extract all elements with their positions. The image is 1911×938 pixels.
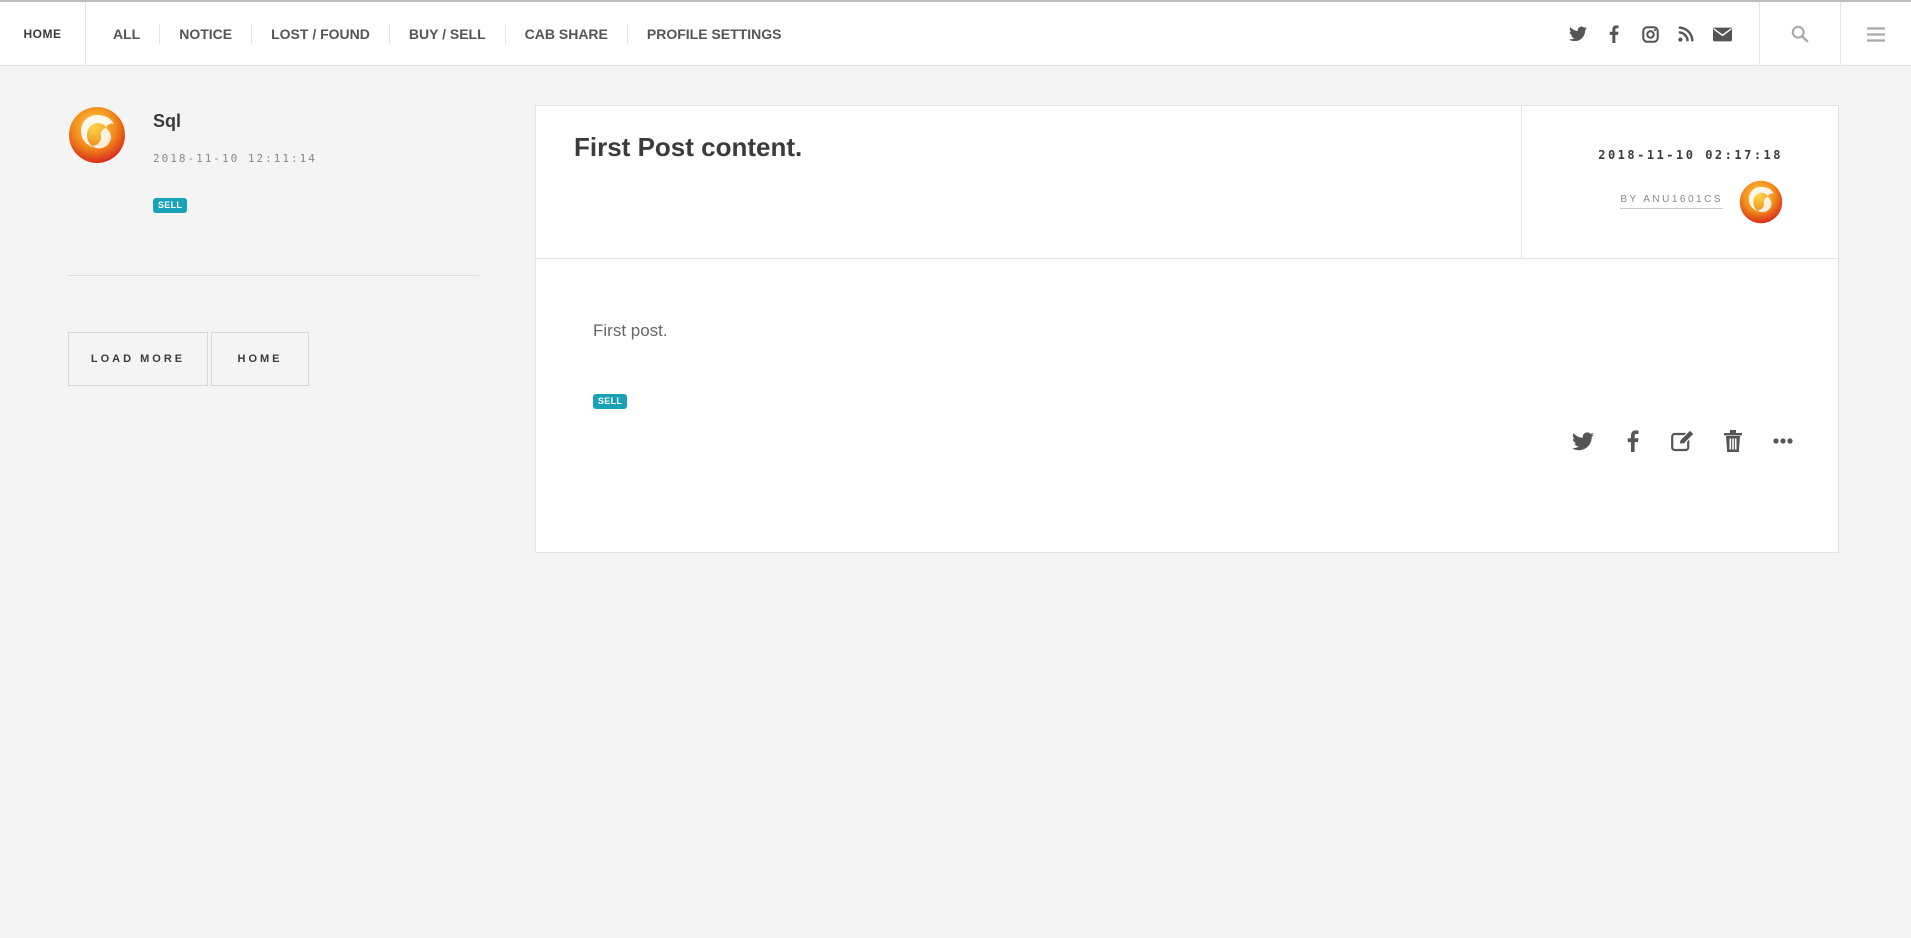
- home-link[interactable]: HOME: [0, 2, 86, 66]
- facebook-icon[interactable]: [1608, 423, 1658, 459]
- post-card: First Post content. 2018-11-10 02:17:18 …: [535, 105, 1839, 553]
- sidebar-divider: [68, 275, 479, 276]
- category-badge: SELL: [593, 394, 628, 409]
- main-nav: ALL NOTICE LOST / FOUND BUY / SELL CAB S…: [94, 2, 800, 66]
- twitter-icon[interactable]: [1558, 423, 1608, 459]
- nav-item-buy-sell[interactable]: BUY / SELL: [388, 24, 505, 44]
- twitter-icon[interactable]: [1560, 16, 1596, 52]
- profile-name: Sql: [153, 111, 182, 131]
- category-badge: SELL: [153, 198, 188, 213]
- author-avatar[interactable]: [1739, 180, 1783, 224]
- nav-item-notice[interactable]: NOTICE: [159, 24, 251, 44]
- nav-item-all[interactable]: ALL: [94, 24, 159, 44]
- home-button[interactable]: HOME: [211, 332, 309, 386]
- post-actions: [1558, 423, 1808, 459]
- post-title[interactable]: First Post content.: [574, 132, 802, 163]
- mail-icon[interactable]: [1704, 16, 1740, 52]
- more-icon[interactable]: [1758, 423, 1808, 459]
- edit-icon[interactable]: [1658, 423, 1708, 459]
- nav-item-cab-share[interactable]: CAB SHARE: [504, 24, 627, 44]
- avatar: [68, 106, 126, 164]
- trash-icon[interactable]: [1708, 423, 1758, 459]
- rss-icon[interactable]: [1668, 16, 1704, 52]
- firebird-logo-icon: [1739, 180, 1783, 224]
- search-icon: [1791, 25, 1809, 43]
- nav-item-lost-found[interactable]: LOST / FOUND: [251, 24, 389, 44]
- social-links: [1560, 2, 1740, 66]
- instagram-icon[interactable]: [1632, 16, 1668, 52]
- post-date: 2018-11-10 02:17:18: [1598, 148, 1783, 162]
- load-more-button[interactable]: LOAD MORE: [68, 332, 208, 386]
- nav-item-profile-settings[interactable]: PROFILE SETTINGS: [626, 24, 801, 44]
- profile-date: 2018-11-10 12:11:14: [153, 152, 317, 165]
- post-body: First post.: [593, 321, 668, 340]
- post-meta: 2018-11-10 02:17:18 BY ANU1601CS: [1521, 106, 1839, 258]
- menu-button[interactable]: [1840, 2, 1911, 66]
- top-header: HOME ALL NOTICE LOST / FOUND BUY / SELL …: [0, 0, 1911, 66]
- firebird-logo-icon: [69, 107, 125, 163]
- search-button[interactable]: [1759, 2, 1841, 66]
- post-header: First Post content. 2018-11-10 02:17:18 …: [536, 106, 1838, 259]
- post-author-link[interactable]: BY ANU1601CS: [1620, 194, 1723, 209]
- facebook-icon[interactable]: [1596, 16, 1632, 52]
- hamburger-menu-icon: [1866, 26, 1885, 42]
